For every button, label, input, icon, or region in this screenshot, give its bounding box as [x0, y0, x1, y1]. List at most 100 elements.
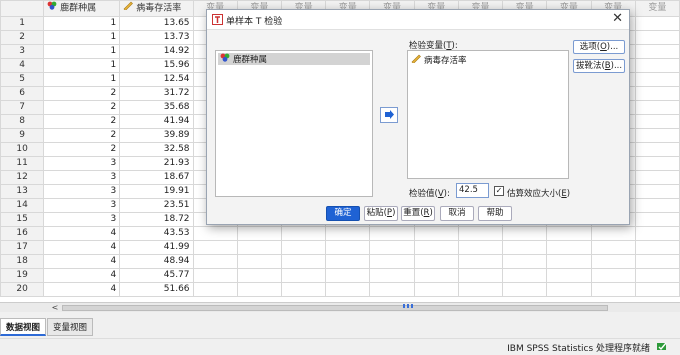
empty-cell[interactable] [634, 197, 680, 213]
row-number[interactable]: 6 [0, 85, 45, 101]
empty-cell[interactable] [634, 281, 680, 297]
row-number[interactable]: 20 [0, 281, 45, 297]
table-cell[interactable]: 51.66 [119, 281, 194, 297]
ok-button[interactable]: 确定 [326, 206, 360, 221]
empty-cell[interactable] [634, 141, 680, 157]
empty-cell[interactable] [634, 15, 680, 31]
empty-cell[interactable] [634, 43, 680, 59]
row-number[interactable]: 13 [0, 183, 45, 199]
empty-cell[interactable] [413, 239, 459, 255]
row-number[interactable]: 9 [0, 127, 45, 143]
source-variable-list[interactable]: 鹿群种属 [215, 50, 373, 197]
test-value-input[interactable]: 42.5 [456, 183, 489, 198]
empty-cell[interactable] [369, 225, 415, 241]
tab-variable-view[interactable]: 变量视图 [47, 318, 94, 336]
empty-cell[interactable] [634, 267, 680, 283]
empty-cell[interactable] [502, 253, 548, 269]
table-cell[interactable]: 1 [43, 43, 121, 59]
row-number[interactable]: 10 [0, 141, 45, 157]
row-number[interactable]: 2 [0, 29, 45, 45]
effect-size-label[interactable]: 估算效应大小(E) [507, 187, 570, 199]
help-button[interactable]: 帮助 [478, 206, 512, 221]
empty-cell[interactable] [634, 211, 680, 227]
empty-cell[interactable] [280, 225, 327, 241]
table-cell[interactable]: 18.67 [119, 169, 194, 185]
empty-cell[interactable] [236, 225, 282, 241]
table-cell[interactable]: 21.93 [119, 155, 194, 171]
empty-cell[interactable] [369, 239, 415, 255]
empty-cell[interactable] [634, 169, 680, 185]
row-number[interactable]: 19 [0, 267, 45, 283]
empty-cell[interactable] [457, 267, 504, 283]
empty-cell[interactable] [634, 99, 680, 115]
empty-cell[interactable] [280, 239, 327, 255]
empty-cell[interactable] [502, 281, 548, 297]
table-cell[interactable]: 3 [43, 211, 121, 227]
dialog-titlebar[interactable]: 单样本 T 检验 ✕ [207, 10, 629, 30]
empty-cell[interactable] [634, 183, 680, 199]
reset-button[interactable]: 重置(R) [401, 206, 435, 221]
row-number[interactable]: 4 [0, 57, 45, 73]
empty-cell[interactable] [634, 29, 680, 45]
empty-cell[interactable] [634, 127, 680, 143]
table-cell[interactable]: 1 [43, 57, 121, 73]
empty-cell[interactable] [590, 267, 636, 283]
empty-cell[interactable] [502, 225, 548, 241]
table-cell[interactable]: 41.99 [119, 239, 194, 255]
row-number[interactable]: 3 [0, 43, 45, 59]
empty-cell[interactable] [457, 281, 504, 297]
table-cell[interactable]: 43.53 [119, 225, 194, 241]
row-number[interactable]: 8 [0, 113, 45, 129]
empty-cell[interactable] [634, 253, 680, 269]
empty-cell[interactable] [634, 113, 680, 129]
row-number[interactable]: 16 [0, 225, 45, 241]
empty-cell[interactable] [192, 253, 238, 269]
empty-cell[interactable] [236, 267, 282, 283]
empty-cell[interactable] [236, 239, 282, 255]
horizontal-scrollbar[interactable]: < [0, 302, 680, 312]
table-cell[interactable]: 3 [43, 155, 121, 171]
table-cell[interactable]: 19.91 [119, 183, 194, 199]
row-number[interactable]: 5 [0, 71, 45, 87]
table-cell[interactable]: 14.92 [119, 43, 194, 59]
table-cell[interactable]: 45.77 [119, 267, 194, 283]
empty-cell[interactable] [413, 281, 459, 297]
empty-cell[interactable] [634, 57, 680, 73]
empty-cell[interactable] [192, 281, 238, 297]
table-cell[interactable]: 32.58 [119, 141, 194, 157]
pane-splitter[interactable] [403, 304, 415, 308]
row-number[interactable]: 17 [0, 239, 45, 255]
scrollbar-thumb[interactable] [62, 305, 608, 311]
table-cell[interactable]: 1 [43, 15, 121, 31]
empty-cell[interactable] [590, 225, 636, 241]
table-cell[interactable]: 12.54 [119, 71, 194, 87]
test-variables-list[interactable]: 病毒存活率 [407, 50, 569, 179]
empty-cell[interactable] [634, 239, 680, 255]
empty-cell[interactable] [192, 239, 238, 255]
table-cell[interactable]: 2 [43, 141, 121, 157]
list-item[interactable]: 鹿群种属 [218, 53, 370, 65]
empty-cell[interactable] [413, 267, 459, 283]
table-cell[interactable]: 18.72 [119, 211, 194, 227]
empty-cell[interactable] [192, 267, 238, 283]
table-cell[interactable]: 39.89 [119, 127, 194, 143]
row-number[interactable]: 12 [0, 169, 45, 185]
empty-cell[interactable] [369, 267, 415, 283]
empty-cell[interactable] [325, 225, 371, 241]
move-to-test-variables-button[interactable] [380, 107, 398, 123]
empty-cell[interactable] [502, 239, 548, 255]
row-number[interactable]: 11 [0, 155, 45, 171]
table-cell[interactable]: 4 [43, 225, 121, 241]
empty-cell[interactable] [192, 225, 238, 241]
table-cell[interactable]: 4 [43, 253, 121, 269]
empty-cell[interactable] [546, 239, 592, 255]
row-number[interactable]: 18 [0, 253, 45, 269]
row-number[interactable]: 14 [0, 197, 45, 213]
empty-cell[interactable] [236, 281, 282, 297]
empty-cell[interactable] [546, 267, 592, 283]
table-cell[interactable]: 4 [43, 239, 121, 255]
table-cell[interactable]: 13.73 [119, 29, 194, 45]
empty-cell[interactable] [413, 225, 459, 241]
empty-cell[interactable] [457, 225, 504, 241]
scroll-left-icon[interactable]: < [50, 303, 60, 313]
